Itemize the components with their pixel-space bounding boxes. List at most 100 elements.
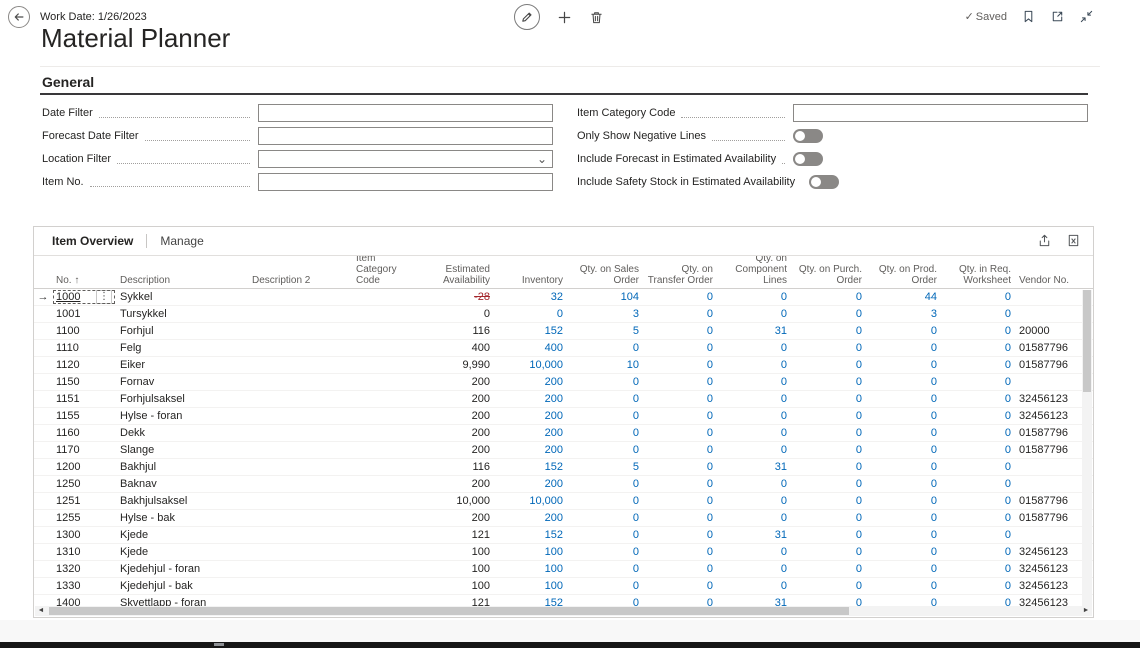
- cell-qty-on-purch-order[interactable]: 0: [791, 323, 866, 339]
- cell-item-category-code[interactable]: [352, 357, 420, 373]
- cell-no[interactable]: 1001: [52, 306, 116, 322]
- cell-inventory[interactable]: 200: [494, 442, 567, 458]
- cell-no[interactable]: 1170: [52, 442, 116, 458]
- cell-no[interactable]: 1330: [52, 578, 116, 594]
- cell-vendor-no[interactable]: 01587796: [1015, 510, 1081, 526]
- cell-vendor-no[interactable]: 32456123: [1015, 391, 1081, 407]
- cell-qty-on-sales-order[interactable]: 5: [567, 323, 643, 339]
- cell-no[interactable]: 1100: [52, 323, 116, 339]
- cell-qty-on-prod-order[interactable]: 0: [866, 425, 941, 441]
- cell-qty-on-prod-order[interactable]: 0: [866, 561, 941, 577]
- cell-inventory[interactable]: 200: [494, 408, 567, 424]
- cell-qty-on-component-lines[interactable]: 31: [717, 527, 791, 543]
- column-header-qty-on-transfer-order[interactable]: Qty. on Transfer Order: [643, 256, 717, 288]
- cell-qty-on-transfer-order[interactable]: 0: [643, 459, 717, 475]
- cell-inventory[interactable]: 200: [494, 391, 567, 407]
- cell-inventory[interactable]: 152: [494, 459, 567, 475]
- cell-estimated-availability[interactable]: 121: [420, 527, 494, 543]
- cell-estimated-availability[interactable]: 400: [420, 340, 494, 356]
- cell-qty-on-transfer-order[interactable]: 0: [643, 510, 717, 526]
- cell-qty-in-req-worksheet[interactable]: 0: [941, 323, 1015, 339]
- cell-vendor-no[interactable]: 01587796: [1015, 425, 1081, 441]
- cell-qty-on-component-lines[interactable]: 0: [717, 578, 791, 594]
- cell-qty-on-component-lines[interactable]: 0: [717, 306, 791, 322]
- cell-qty-on-purch-order[interactable]: 0: [791, 357, 866, 373]
- cell-qty-on-transfer-order[interactable]: 0: [643, 408, 717, 424]
- column-header-description[interactable]: Description: [116, 256, 248, 288]
- cell-qty-on-sales-order[interactable]: 0: [567, 408, 643, 424]
- share-button[interactable]: [1037, 233, 1052, 248]
- cell-no[interactable]: 1160: [52, 425, 116, 441]
- cell-qty-in-req-worksheet[interactable]: 0: [941, 544, 1015, 560]
- row-options-icon[interactable]: ⋮: [96, 290, 112, 304]
- cell-estimated-availability[interactable]: -28: [420, 289, 494, 305]
- cell-description-2[interactable]: [248, 425, 352, 441]
- cell-estimated-availability[interactable]: 100: [420, 578, 494, 594]
- cell-inventory[interactable]: 100: [494, 544, 567, 560]
- cell-item-category-code[interactable]: [352, 510, 420, 526]
- column-header-description-2[interactable]: Description 2: [248, 256, 352, 288]
- cell-no[interactable]: 1000⋮: [52, 289, 116, 305]
- cell-estimated-availability[interactable]: 116: [420, 459, 494, 475]
- cell-qty-on-prod-order[interactable]: 44: [866, 289, 941, 305]
- cell-qty-in-req-worksheet[interactable]: 0: [941, 561, 1015, 577]
- item-no-input[interactable]: [258, 173, 553, 191]
- cell-item-category-code[interactable]: [352, 476, 420, 492]
- cell-qty-on-sales-order[interactable]: 104: [567, 289, 643, 305]
- cell-qty-in-req-worksheet[interactable]: 0: [941, 459, 1015, 475]
- cell-qty-on-sales-order[interactable]: 0: [567, 476, 643, 492]
- cell-item-category-code[interactable]: [352, 323, 420, 339]
- cell-qty-on-prod-order[interactable]: 0: [866, 408, 941, 424]
- open-in-new-window-button[interactable]: [1050, 9, 1065, 24]
- cell-description-2[interactable]: [248, 527, 352, 543]
- edit-button[interactable]: [514, 4, 540, 30]
- cell-qty-on-prod-order[interactable]: 0: [866, 476, 941, 492]
- cell-qty-on-component-lines[interactable]: 0: [717, 289, 791, 305]
- cell-qty-on-component-lines[interactable]: 31: [717, 323, 791, 339]
- cell-qty-on-transfer-order[interactable]: 0: [643, 425, 717, 441]
- cell-qty-in-req-worksheet[interactable]: 0: [941, 493, 1015, 509]
- cell-qty-in-req-worksheet[interactable]: 0: [941, 442, 1015, 458]
- cell-description[interactable]: Hylse - bak: [116, 510, 248, 526]
- scroll-left-icon[interactable]: ◄: [35, 606, 47, 616]
- open-in-excel-button[interactable]: [1066, 233, 1081, 248]
- cell-description-2[interactable]: [248, 510, 352, 526]
- cell-vendor-no[interactable]: 32456123: [1015, 408, 1081, 424]
- cell-description-2[interactable]: [248, 561, 352, 577]
- cell-qty-in-req-worksheet[interactable]: 0: [941, 340, 1015, 356]
- cell-inventory[interactable]: 32: [494, 289, 567, 305]
- cell-qty-on-component-lines[interactable]: 0: [717, 374, 791, 390]
- cell-qty-on-transfer-order[interactable]: 0: [643, 340, 717, 356]
- cell-qty-on-transfer-order[interactable]: 0: [643, 493, 717, 509]
- cell-qty-on-prod-order[interactable]: 0: [866, 340, 941, 356]
- cell-estimated-availability[interactable]: 200: [420, 391, 494, 407]
- cell-item-category-code[interactable]: [352, 561, 420, 577]
- cell-description[interactable]: Bakhjulsaksel: [116, 493, 248, 509]
- cell-no[interactable]: 1310: [52, 544, 116, 560]
- cell-estimated-availability[interactable]: 200: [420, 374, 494, 390]
- cell-qty-on-purch-order[interactable]: 0: [791, 442, 866, 458]
- cell-qty-on-prod-order[interactable]: 0: [866, 391, 941, 407]
- cell-item-category-code[interactable]: [352, 544, 420, 560]
- cell-qty-on-component-lines[interactable]: 0: [717, 510, 791, 526]
- cell-inventory[interactable]: 200: [494, 510, 567, 526]
- cell-vendor-no[interactable]: [1015, 289, 1081, 305]
- cell-description[interactable]: Baknav: [116, 476, 248, 492]
- cell-no[interactable]: 1320: [52, 561, 116, 577]
- bookmark-button[interactable]: [1021, 9, 1036, 24]
- cell-qty-in-req-worksheet[interactable]: 0: [941, 289, 1015, 305]
- cell-inventory[interactable]: 200: [494, 476, 567, 492]
- cell-description-2[interactable]: [248, 476, 352, 492]
- cell-qty-in-req-worksheet[interactable]: 0: [941, 306, 1015, 322]
- cell-no[interactable]: 1250: [52, 476, 116, 492]
- cell-description[interactable]: Kjedehjul - bak: [116, 578, 248, 594]
- cell-vendor-no[interactable]: 32456123: [1015, 578, 1081, 594]
- cell-qty-on-component-lines[interactable]: 0: [717, 476, 791, 492]
- cell-qty-on-transfer-order[interactable]: 0: [643, 323, 717, 339]
- include-safety-stock-toggle[interactable]: [809, 175, 839, 189]
- cell-inventory[interactable]: 100: [494, 561, 567, 577]
- cell-inventory[interactable]: 0: [494, 306, 567, 322]
- cell-vendor-no[interactable]: [1015, 306, 1081, 322]
- cell-item-category-code[interactable]: [352, 442, 420, 458]
- cell-qty-on-component-lines[interactable]: 0: [717, 442, 791, 458]
